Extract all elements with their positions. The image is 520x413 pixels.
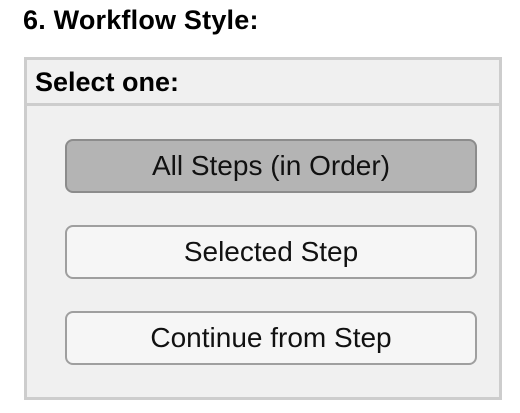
panel-header-label: Select one: — [35, 67, 180, 97]
workflow-option-list: All Steps (in Order) Selected Step Conti… — [65, 139, 477, 397]
panel-header: Select one: — [27, 60, 499, 106]
workflow-style-panel: Select one: All Steps (in Order) Selecte… — [24, 57, 502, 400]
section-title: 6. Workflow Style: — [23, 5, 259, 35]
option-continue-from-step-button[interactable]: Continue from Step — [65, 311, 477, 365]
option-all-steps-button[interactable]: All Steps (in Order) — [65, 139, 477, 193]
option-selected-step-button[interactable]: Selected Step — [65, 225, 477, 279]
